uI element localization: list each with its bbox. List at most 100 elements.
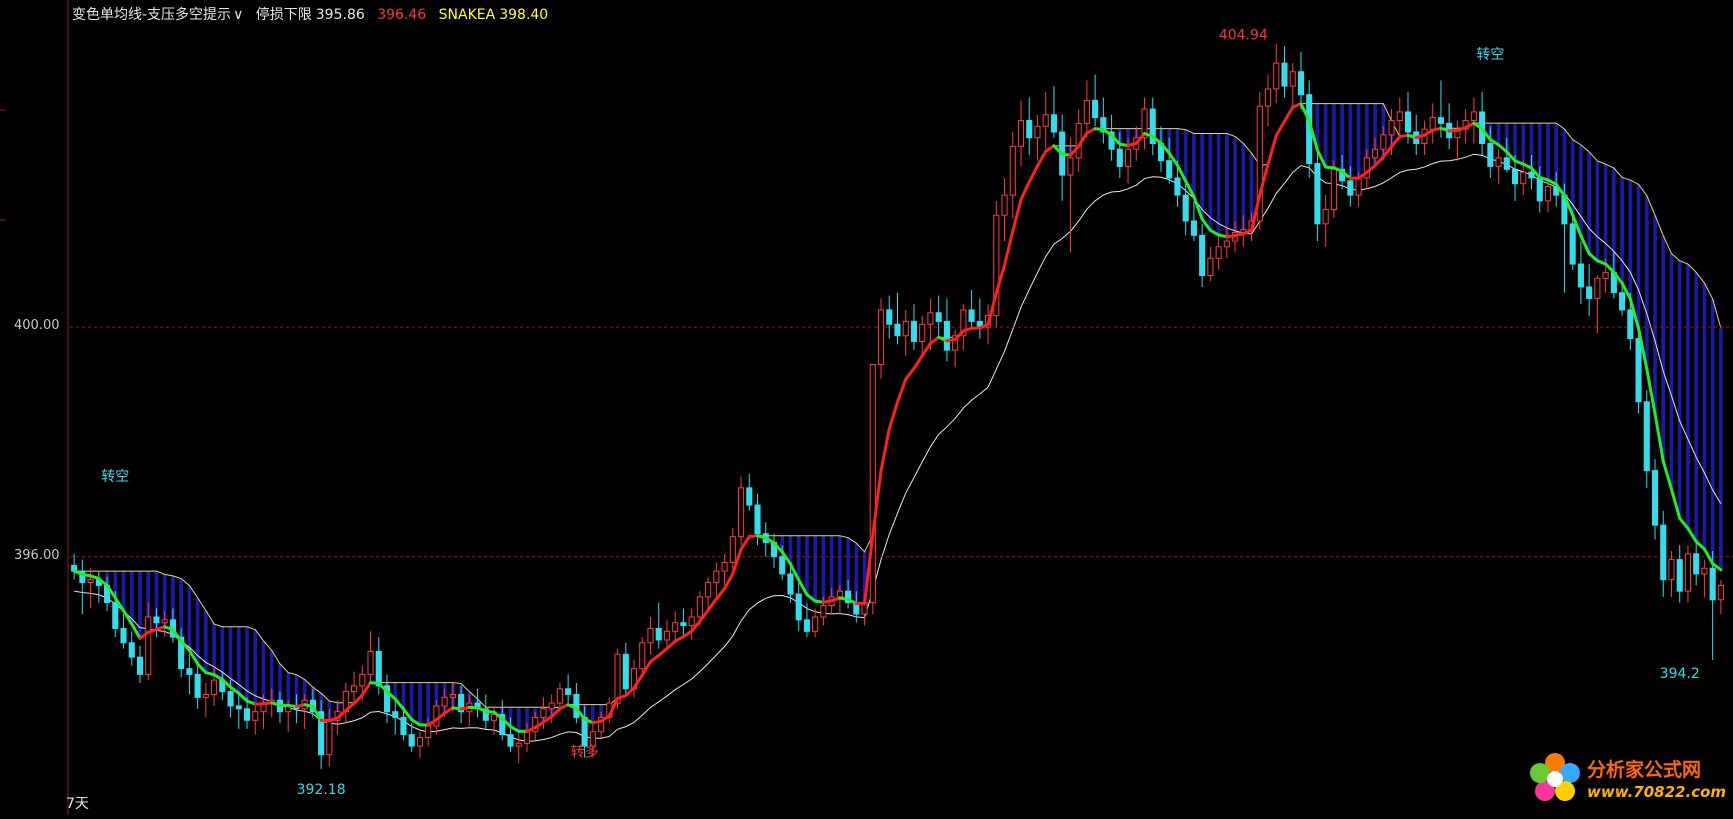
candle-body [253,712,258,721]
snake-label: SNAKEA [439,7,496,23]
candle-body [1578,264,1583,287]
candle-body [648,628,653,642]
indicator-legend: 变色单均线-支压多空提示∨ 停损下限395.86 396.46 SNAKEA39… [72,4,556,24]
indicator-segment [708,599,716,610]
candle-body [1537,178,1542,201]
annotation-low: 392.18 [297,782,346,798]
candle-body [911,321,916,341]
candle-body [936,313,941,322]
candle-body [1167,161,1172,178]
candle-body [821,606,826,617]
indicator-lines [74,104,1721,732]
candle-body [1397,112,1402,121]
candle-body [1521,172,1526,183]
indicator-segment [1021,182,1029,200]
candle-body [566,689,571,695]
candle-body [1496,158,1501,167]
candlestick-chart[interactable]: 404.94392.18394.2转空转空转多 [0,0,1733,815]
candle-body [1685,554,1690,591]
candle-body [434,706,439,726]
candle-body [426,726,431,737]
candle-body [1035,126,1040,137]
price-gridlines [70,327,1733,557]
annotations: 404.94392.18394.2转空转空转多 [101,28,1699,798]
candle-body [969,310,974,321]
indicator-segment [650,656,658,662]
candle-body [146,617,151,674]
candle-body [788,574,793,594]
candle-body [1265,89,1270,106]
candle-body [615,654,620,703]
candle-body [1438,118,1443,124]
annotation-high: 404.94 [1219,28,1268,44]
indicator-segment [725,574,733,589]
indicator-segment [1276,121,1284,135]
stop-loss-label: 停损下限 [256,7,312,23]
candle-body [1652,471,1657,526]
candle-body [903,321,908,335]
candle-body [780,557,785,574]
candle-body [1224,241,1229,247]
indicator-segment [1005,231,1013,265]
candle-body [1677,560,1682,592]
flower-logo-icon [1525,749,1585,809]
candle-body [516,743,521,746]
candle-body [1125,149,1130,166]
candle-body [228,692,233,706]
candle-body [722,562,727,571]
candle-body [524,732,529,743]
indicator-segment [889,402,897,429]
indicator-segment [716,589,724,599]
candle-body [1636,339,1641,402]
candle-body [1051,115,1056,132]
candle-body [1183,195,1188,221]
candle-body [1488,143,1493,166]
indicator-segment [1037,151,1045,166]
annotation-signal: 转空 [1476,47,1504,63]
candle-body [450,694,455,697]
candle-body [706,583,711,597]
resistance-band [74,104,1721,742]
candle-body [1595,278,1600,298]
candle-body [1191,221,1196,235]
candle-body [557,689,562,703]
candle-body [870,364,875,602]
candle-body [920,324,925,341]
candle-body [376,651,381,685]
chart-area[interactable]: 404.94392.18394.2转空转空转多 变色单均线-支压多空提示∨ 停损… [0,0,1733,815]
site-logo: 分析家公式网 www.70822.com [1525,749,1725,809]
candle-body [1117,149,1122,166]
candle-body [409,735,414,746]
indicator-segment [914,356,922,369]
candle-body [549,703,554,709]
candle-body [1504,158,1509,169]
candle-body [1208,258,1213,275]
chevron-down-icon[interactable]: ∨ [233,7,243,23]
candle-body [360,674,365,685]
candle-body [928,313,933,324]
close-value: 396.46 [377,7,426,23]
candle-body [1331,169,1336,209]
candle-body [1718,585,1723,599]
candle-body [895,324,900,335]
candle-body [1603,273,1608,279]
candle-body [1175,178,1180,195]
indicator-segment [1284,107,1292,121]
candle-body [1381,135,1386,149]
candle-body [1570,224,1575,264]
period-label: 7天 [66,793,89,813]
candle-body [1405,112,1410,132]
candle-body [541,709,546,718]
candle-body [1471,112,1476,121]
candle-body [1669,560,1674,580]
candle-body [212,680,217,694]
indicator-name[interactable]: 变色单均线-支压多空提示 [72,7,231,23]
candle-body [664,631,669,640]
indicator-segment [659,649,667,656]
candle-body [1084,100,1089,123]
candle-body [1512,169,1517,183]
annotation-signal: 转空 [101,469,129,485]
candle-body [1710,568,1715,600]
candle-body [1348,181,1353,195]
candle-body [113,603,118,629]
